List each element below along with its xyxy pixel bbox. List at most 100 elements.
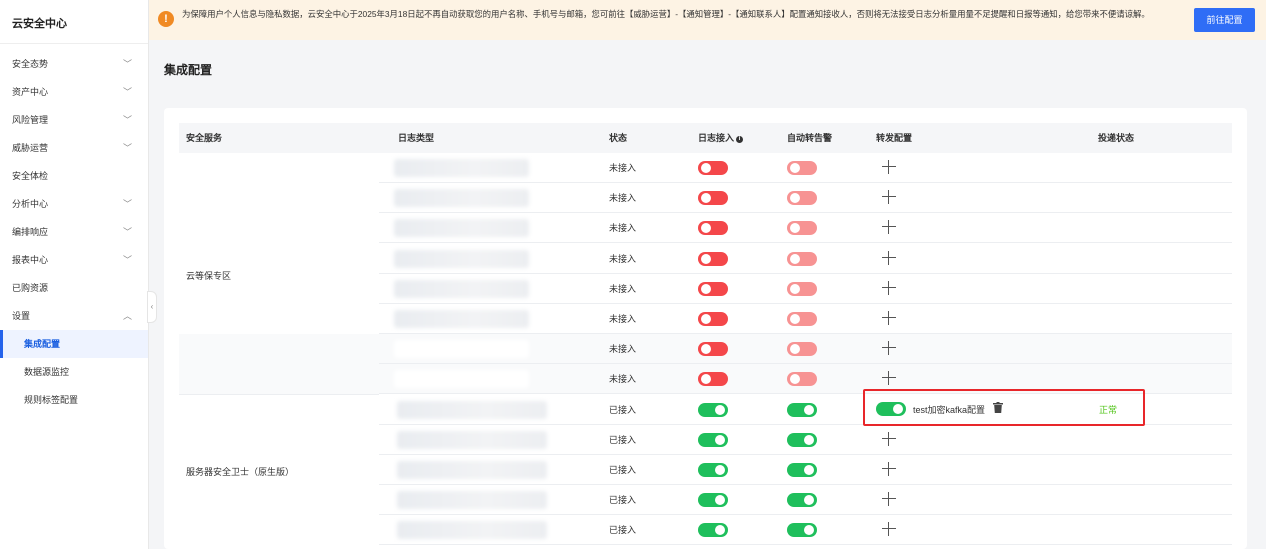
app-title: 云安全中心 — [0, 0, 148, 44]
log-access-toggle[interactable] — [698, 251, 728, 266]
sidebar: 云安全中心 安全态势 ﹀ 资产中心 ﹀ 风险管理 ﹀ 威胁运营 ﹀ 安全体检 分析中心 ﹀ 编排响应 ﹀… — [0, 0, 149, 549]
go-configure-button[interactable]: 前往配置 — [1194, 8, 1255, 32]
page-title: 集成配置 — [164, 63, 213, 77]
log-access-toggle[interactable] — [698, 312, 728, 326]
add-forward-icon[interactable] — [881, 340, 897, 356]
notice-banner: ! 为保障用户个人信息与隐私数据，云安全中心于2025年3月18日起不再自动获取… — [149, 0, 1266, 40]
log-access-toggle[interactable] — [698, 221, 728, 236]
sidebar-subitem[interactable]: 规则标签配置 — [0, 386, 148, 414]
warning-icon: ! — [158, 11, 174, 27]
table-row: 未接入 — [179, 213, 1232, 244]
add-forward-icon[interactable] — [881, 370, 897, 386]
auto-alert-toggle[interactable] — [787, 221, 817, 236]
chevron-down-icon: ﹀ — [122, 59, 132, 69]
sidebar-item[interactable]: 报表中心 ﹀ — [0, 246, 148, 274]
log-access-toggle[interactable] — [698, 523, 728, 538]
sidebar-item[interactable]: 资产中心 ﹀ — [0, 78, 148, 106]
sidebar-collapse-button[interactable]: ‹ — [147, 291, 157, 323]
add-forward-icon[interactable] — [881, 491, 897, 507]
sidebar-item[interactable]: 分析中心 ﹀ — [0, 190, 148, 218]
log-access-toggle[interactable] — [698, 281, 728, 296]
sidebar-item[interactable]: 设置 ︿ — [0, 302, 148, 330]
row-divider — [379, 544, 1232, 546]
status-cell: 已接入 — [609, 404, 637, 415]
auto-alert-toggle[interactable] — [787, 463, 817, 477]
info-icon[interactable]: i — [736, 136, 744, 143]
chevron-down-icon: ﹀ — [122, 255, 132, 265]
add-forward-icon[interactable] — [881, 219, 897, 235]
add-forward-icon[interactable] — [881, 521, 897, 537]
sidebar-item-label: 报表中心 — [12, 255, 49, 265]
log-type-redacted — [394, 159, 529, 177]
service-name: 服务器安全卫士（原生版） — [186, 467, 295, 478]
sidebar-item-label: 安全体检 — [12, 171, 49, 181]
sidebar-item[interactable]: 风险管理 ﹀ — [0, 106, 148, 134]
sidebar-item[interactable]: 安全体检 — [0, 162, 148, 190]
sidebar-item[interactable]: 编排响应 ﹀ — [0, 218, 148, 246]
sidebar-item[interactable]: 威胁运营 ﹀ — [0, 134, 148, 162]
chevron-down-icon: ﹀ — [122, 199, 132, 209]
add-forward-icon[interactable] — [881, 310, 897, 326]
log-access-toggle[interactable] — [698, 342, 728, 357]
log-type-redacted — [397, 400, 547, 419]
status-cell: 未接入 — [609, 283, 637, 294]
table-row: 已接入 — [179, 485, 1232, 516]
add-forward-icon[interactable] — [881, 280, 897, 296]
forward-config-toggle[interactable] — [876, 402, 906, 416]
log-access-toggle[interactable] — [698, 463, 728, 477]
log-access-toggle[interactable] — [698, 493, 728, 508]
table-header: 安全服务 日志类型 状态 日志接入 i 自动转告警 转发配置 投递状态 — [179, 123, 1232, 153]
auto-alert-toggle[interactable] — [787, 191, 817, 206]
auto-alert-toggle[interactable] — [787, 493, 817, 508]
log-access-toggle[interactable] — [698, 372, 728, 387]
table-row: 已接入 — [179, 425, 1232, 455]
sidebar-item-label: 安全态势 — [12, 59, 49, 69]
header-delivery-status: 投递状态 — [1098, 133, 1135, 143]
header-forward-config: 转发配置 — [876, 133, 913, 143]
auto-alert-toggle[interactable] — [787, 281, 817, 296]
sidebar-item-label: 已购资源 — [12, 283, 49, 293]
log-type-redacted — [397, 430, 547, 449]
log-type-redacted — [397, 521, 547, 540]
log-access-toggle[interactable] — [698, 432, 728, 447]
table-row: 未接入 — [179, 274, 1232, 304]
sidebar-subitem[interactable]: 集成配置 — [0, 330, 148, 358]
status-cell: 已接入 — [609, 495, 637, 506]
status-cell: 已接入 — [609, 434, 637, 445]
forward-config-name: test加密kafka配置 — [913, 405, 986, 415]
table-row: 未接入 — [179, 153, 1232, 183]
sidebar-item[interactable]: 安全态势 ﹀ — [0, 50, 148, 78]
log-access-toggle[interactable] — [698, 191, 728, 206]
header-log-access-label: 日志接入 — [698, 133, 735, 143]
log-type-redacted — [394, 370, 529, 389]
sidebar-subitem[interactable]: 数据源监控 — [0, 358, 148, 386]
header-service: 安全服务 — [186, 133, 223, 143]
auto-alert-toggle[interactable] — [787, 342, 817, 357]
auto-alert-toggle[interactable] — [787, 523, 817, 538]
add-forward-icon[interactable] — [881, 250, 897, 266]
status-cell: 已接入 — [609, 525, 637, 536]
log-access-toggle[interactable] — [698, 161, 728, 175]
integration-table-card: 安全服务 日志类型 状态 日志接入 i 自动转告警 转发配置 投递状态 未接入 未接… — [164, 108, 1247, 549]
add-forward-icon[interactable] — [881, 461, 897, 477]
trash-icon[interactable] — [993, 402, 1003, 413]
auto-alert-toggle[interactable] — [787, 432, 817, 447]
chevron-down-icon: ﹀ — [122, 87, 132, 97]
sidebar-menu: 安全态势 ﹀ 资产中心 ﹀ 风险管理 ﹀ 威胁运营 ﹀ 安全体检 分析中心 ﹀ 编排响应 ﹀ 报表中心 ﹀ 已… — [0, 44, 148, 414]
log-type-redacted — [397, 461, 547, 479]
add-forward-icon[interactable] — [881, 431, 897, 447]
log-type-redacted — [394, 310, 529, 328]
auto-alert-toggle[interactable] — [787, 402, 817, 417]
auto-alert-toggle[interactable] — [787, 372, 817, 387]
add-forward-icon[interactable] — [881, 189, 897, 205]
auto-alert-toggle[interactable] — [787, 251, 817, 266]
chevron-down-icon: ﹀ — [122, 227, 132, 237]
log-type-redacted — [394, 279, 529, 298]
add-forward-icon[interactable] — [881, 159, 897, 175]
auto-alert-toggle[interactable] — [787, 312, 817, 326]
table-row: 未接入 — [179, 183, 1232, 214]
status-cell: 未接入 — [609, 223, 637, 234]
sidebar-item[interactable]: 已购资源 — [0, 274, 148, 302]
auto-alert-toggle[interactable] — [787, 161, 817, 175]
log-access-toggle[interactable] — [698, 402, 728, 417]
